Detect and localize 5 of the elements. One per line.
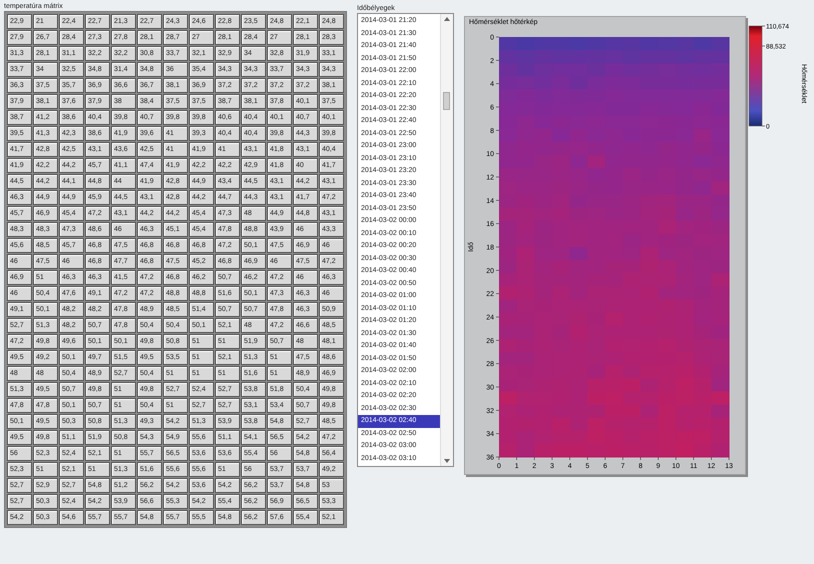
scrollbar[interactable] (440, 14, 453, 466)
scroll-thumb[interactable] (443, 92, 450, 110)
scroll-up-icon[interactable] (444, 17, 450, 21)
timestamp-listbox[interactable] (357, 13, 454, 467)
scroll-down-icon[interactable] (444, 459, 450, 463)
